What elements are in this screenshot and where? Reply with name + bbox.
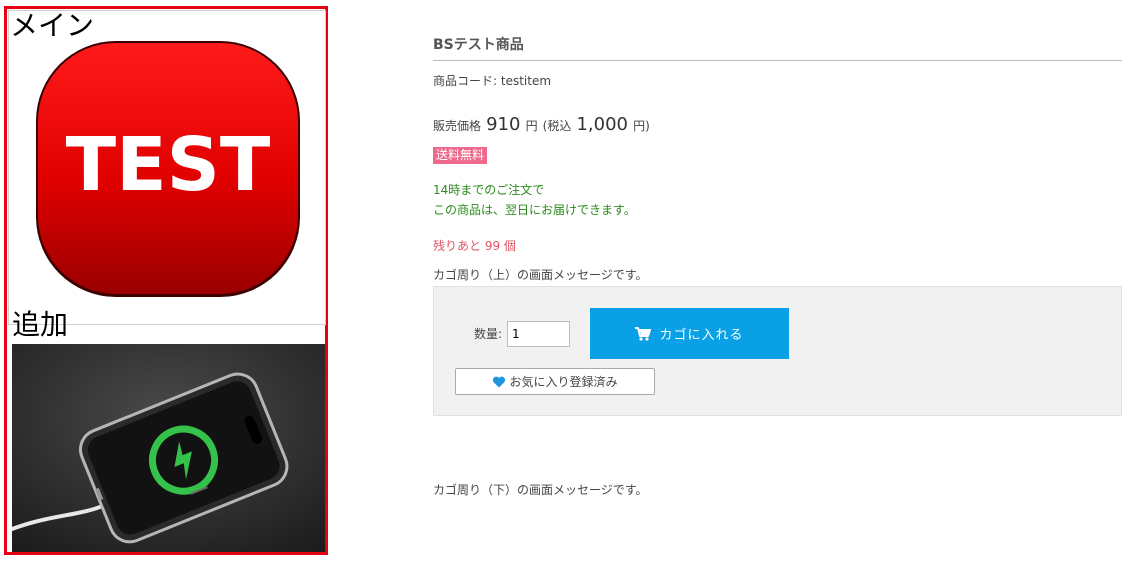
favorite-label: お気に入り登録済み — [509, 375, 618, 389]
quantity-label: 数量: — [474, 327, 503, 341]
test-logo-image[interactable]: TEST — [33, 38, 303, 300]
stock-remaining: 残りあと 99 個 — [433, 239, 516, 253]
tax-close: 円) — [633, 119, 650, 133]
add-to-cart-button[interactable]: カゴに入れる — [590, 308, 789, 359]
heart-icon — [493, 376, 506, 387]
product-code-value: testitem — [500, 74, 552, 88]
tax-open: (税込 — [542, 119, 572, 133]
sub-image-caption: 追加 — [12, 308, 69, 341]
phone-charging-image[interactable] — [12, 344, 325, 552]
test-logo-text: TEST — [66, 122, 271, 208]
shipping-line-2: この商品は、翌日にお届けできます。 — [433, 203, 636, 217]
price-value: 910 — [486, 114, 521, 135]
favorite-button[interactable]: お気に入り登録済み — [455, 368, 655, 395]
shipping-notice: 14時までのご注文で この商品は、翌日にお届けできます。 — [433, 180, 636, 220]
price-yen: 円 — [525, 119, 538, 133]
product-code: 商品コード: testitem — [433, 73, 551, 89]
product-title: BSテスト商品 — [433, 35, 1122, 61]
main-image-caption: メイン — [10, 9, 95, 42]
cart-message-top: カゴ周り（上）の画面メッセージです。 — [433, 268, 648, 282]
tax-price: 1,000 — [576, 114, 628, 135]
cart-icon — [635, 326, 652, 341]
cart-box: 数量: カゴに入れる お気に入り登録済み — [433, 286, 1122, 416]
cart-message-bottom: カゴ周り（下）の画面メッセージです。 — [433, 483, 648, 497]
quantity-input[interactable] — [507, 321, 570, 347]
price-row: 販売価格 910 円 (税込 1,000 円) — [433, 114, 650, 135]
price-label: 販売価格 — [433, 119, 482, 133]
product-code-label: 商品コード: — [433, 74, 498, 88]
add-to-cart-label: カゴに入れる — [659, 328, 744, 343]
shipping-line-1: 14時までのご注文で — [433, 183, 545, 197]
free-shipping-badge: 送料無料 — [433, 147, 488, 164]
